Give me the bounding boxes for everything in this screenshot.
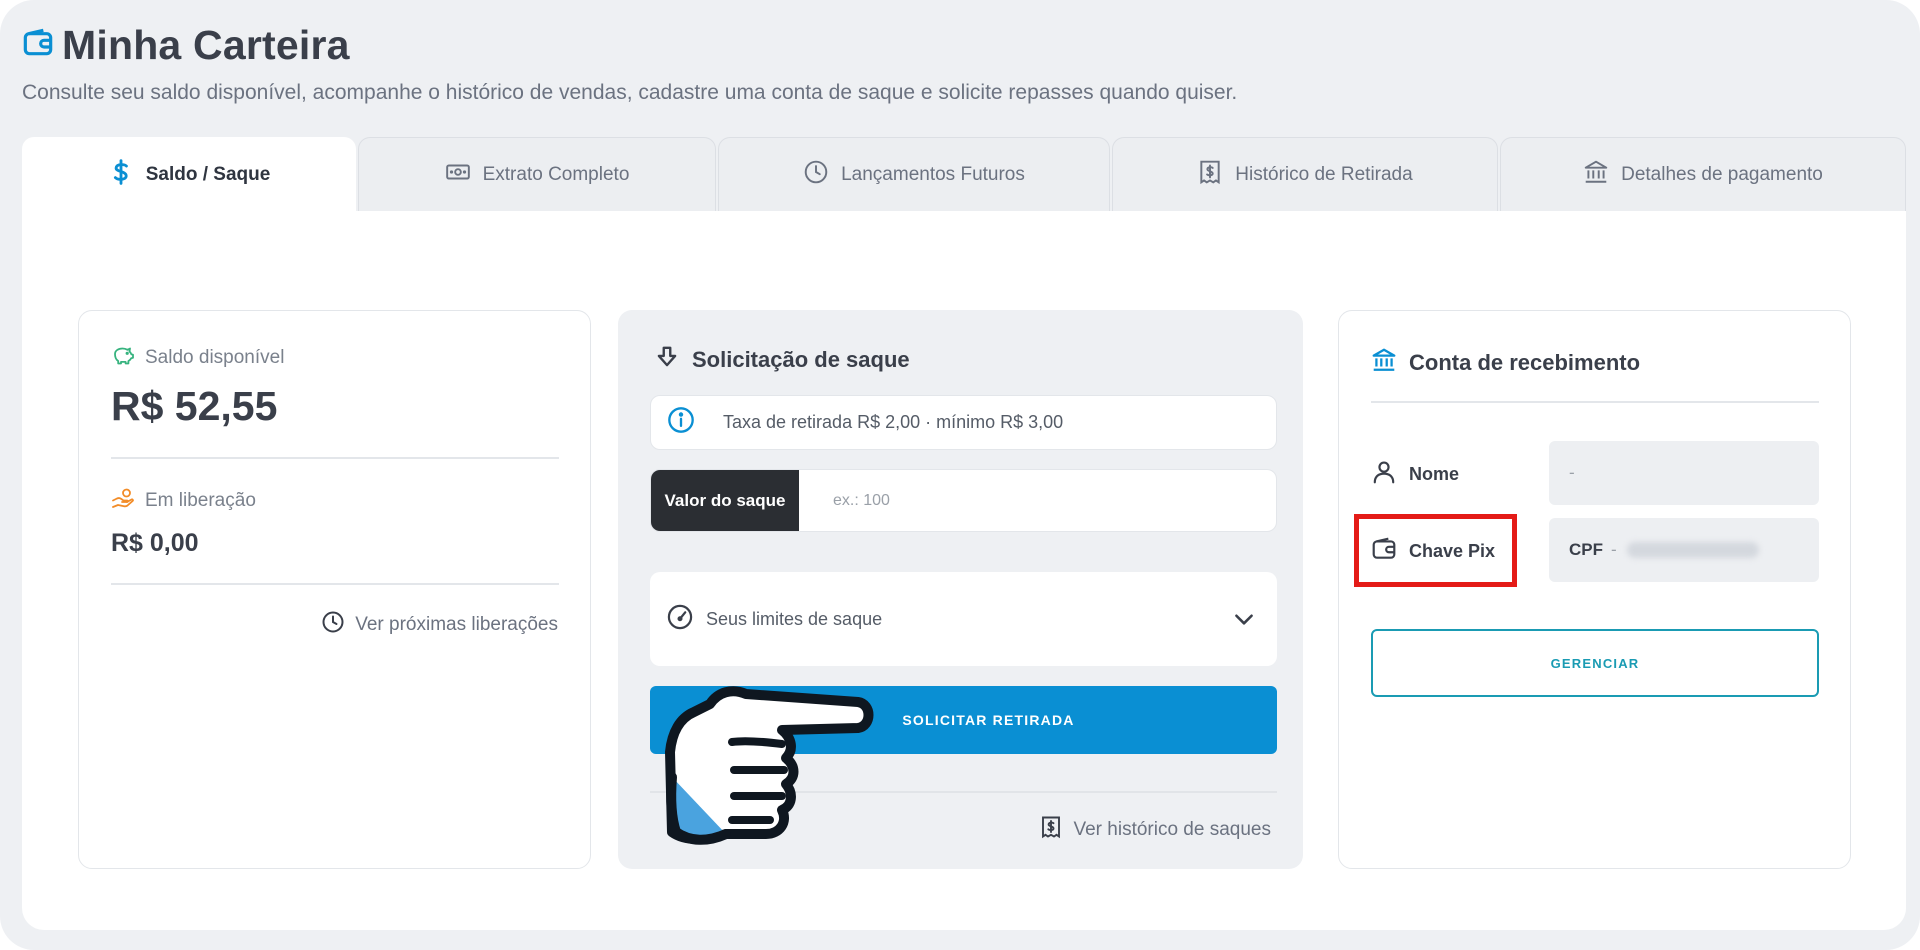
withdraw-card: Solicitação de saque Taxa de retirada R$…: [618, 310, 1303, 869]
account-name-value: -: [1549, 441, 1819, 505]
title-row: Minha Carteira: [22, 22, 1237, 69]
payout-account-card: Conta de recebimento Nome - Chave Pix CP…: [1338, 310, 1851, 869]
tab-label: Extrato Completo: [482, 163, 630, 185]
withdraw-limits-accordion[interactable]: Seus limites de saque: [650, 572, 1277, 666]
hand-coins-icon: [111, 486, 135, 516]
tab-historico-retirada[interactable]: Histórico de Retirada: [1112, 137, 1498, 211]
divider: [111, 583, 559, 585]
gauge-icon: [666, 603, 694, 636]
tab-lancamentos-futuros[interactable]: Lançamentos Futuros: [718, 137, 1110, 211]
balance-card: Saldo disponível R$ 52,55 Em liberação R…: [78, 310, 591, 869]
receipt-icon: [1039, 815, 1063, 845]
pending-balance-value: R$ 0,00: [111, 529, 199, 557]
divider: [111, 457, 559, 459]
clock-icon: [803, 159, 829, 191]
piggy-bank-icon: [111, 343, 135, 373]
arrow-down-icon: [654, 344, 680, 376]
tab-bar: Saldo / Saque Extrato Completo Lançament…: [22, 137, 1906, 211]
page-header: Minha Carteira Consulte seu saldo dispon…: [22, 22, 1237, 105]
pix-key-value: CPF -: [1549, 518, 1819, 582]
page-subtitle: Consulte seu saldo disponível, acompanhe…: [22, 81, 1238, 104]
wallet-icon: [22, 27, 54, 64]
app-frame: Minha Carteira Consulte seu saldo dispon…: [0, 0, 1920, 950]
clock-icon: [321, 610, 345, 640]
pending-balance-label: Em liberação: [111, 486, 256, 516]
bank-icon: [1371, 347, 1397, 379]
withdraw-history-link[interactable]: Ver histórico de saques: [1039, 815, 1271, 845]
pix-key-redacted: [1626, 542, 1759, 558]
available-balance-value: R$ 52,55: [111, 383, 278, 429]
info-icon: [667, 406, 695, 439]
next-releases-link[interactable]: Ver próximas liberações: [321, 610, 558, 640]
highlight-box-annotation: [1354, 514, 1517, 587]
divider: [1371, 401, 1819, 403]
chevron-down-icon: [1231, 606, 1257, 632]
pix-key-type: CPF: [1569, 540, 1603, 559]
payout-account-title: Conta de recebimento: [1371, 347, 1640, 379]
withdraw-amount-input[interactable]: [799, 470, 1276, 531]
tab-label: Lançamentos Futuros: [841, 163, 1025, 185]
account-name-label: Nome: [1371, 459, 1459, 490]
receipt-icon: [1197, 159, 1223, 191]
dollar-icon: [108, 158, 134, 191]
available-balance-label: Saldo disponível: [111, 343, 284, 373]
withdraw-title: Solicitação de saque: [654, 344, 910, 376]
tab-detalhes-pagamento[interactable]: Detalhes de pagamento: [1500, 137, 1906, 211]
manage-account-button[interactable]: GERENCIAR: [1371, 629, 1819, 697]
withdraw-amount-label: Valor do saque: [651, 470, 799, 531]
tab-saldo-saque[interactable]: Saldo / Saque: [22, 137, 356, 211]
page-title: Minha Carteira: [62, 22, 350, 68]
bank-icon: [1583, 159, 1609, 191]
fee-info-box: Taxa de retirada R$ 2,00 · mínimo R$ 3,0…: [650, 395, 1277, 450]
tab-content-panel: Saldo disponível R$ 52,55 Em liberação R…: [22, 211, 1906, 930]
tab-label: Detalhes de pagamento: [1621, 163, 1823, 185]
tab-label: Saldo / Saque: [145, 163, 271, 185]
pointing-hand-icon: [665, 686, 874, 845]
user-icon: [1371, 459, 1397, 490]
tab-extrato-completo[interactable]: Extrato Completo: [358, 137, 716, 211]
pix-key-separator: -: [1611, 540, 1617, 559]
withdraw-amount-field: Valor do saque: [650, 469, 1277, 532]
fee-info-text: Taxa de retirada R$ 2,00 · mínimo R$ 3,0…: [723, 412, 1064, 432]
tab-label: Histórico de Retirada: [1235, 163, 1413, 185]
withdraw-limits-label: Seus limites de saque: [706, 608, 883, 629]
cash-icon: [445, 159, 471, 191]
